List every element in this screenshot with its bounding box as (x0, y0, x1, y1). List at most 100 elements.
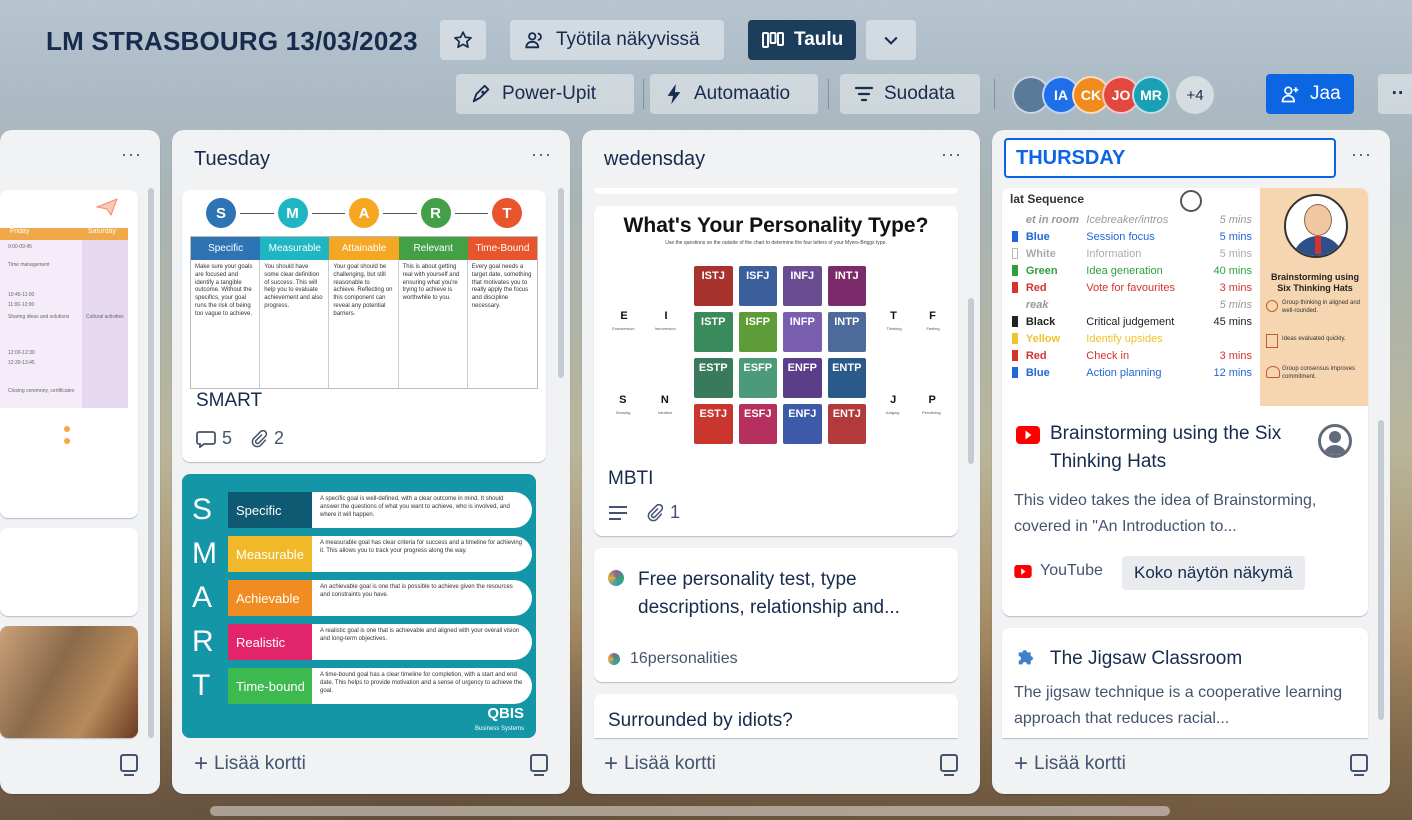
smart-poster-card[interactable]: S Specific A specific goal is well-defin… (182, 474, 536, 738)
people-icon (525, 32, 542, 49)
card-template-icon[interactable] (1350, 754, 1368, 776)
card-template-icon[interactable] (120, 754, 138, 776)
mbti-type: ENTJ (827, 404, 866, 444)
link-source: 16personalities (608, 650, 738, 668)
video-card[interactable]: lat Sequence et in room Icebreaker/intro… (1002, 188, 1368, 616)
poster-description: A specific goal is well-defined, with a … (312, 492, 532, 528)
schedule-item: 10:45-11:00 (8, 292, 35, 298)
list-menu-button[interactable]: ··· (941, 144, 962, 165)
smart-description: You should have some clear definition of… (260, 260, 330, 388)
mbti-type: ESFJ (738, 404, 777, 444)
link-card[interactable]: Free personality test, type descriptions… (594, 548, 958, 682)
star-button[interactable] (440, 20, 486, 60)
list-menu-button[interactable]: ··· (1351, 144, 1372, 165)
list-scrollbar[interactable] (148, 188, 154, 738)
mbti-type: ESFP (738, 358, 777, 398)
sequence-row: reak 5 mins (1025, 298, 1252, 311)
automation-button[interactable]: Automaatio (650, 74, 818, 114)
board-view-button[interactable]: Taulu (748, 20, 856, 60)
jigsaw-description: The jigsaw technique is a cooperative le… (1014, 684, 1343, 728)
powerups-button[interactable]: Power-Upit (456, 74, 634, 114)
mbti-card[interactable]: What's Your Personality Type? Use the qu… (594, 206, 958, 536)
poster-row: M Measurable A measurable goal has clear… (192, 536, 532, 572)
view-switcher-button[interactable] (866, 20, 916, 60)
poster-word: Measurable (228, 536, 312, 572)
brand-logo: QBIS (487, 705, 524, 722)
smart-card[interactable]: S M A R T Specific Measurable Attainable… (182, 190, 546, 462)
comments-badge: 5 (196, 428, 232, 449)
card-title: Surrounded by idiots? (608, 710, 793, 731)
list-title-input[interactable] (1004, 138, 1336, 178)
powerups-label: Power-Upit (502, 83, 596, 104)
poster-row: A Achievable An achievable goal is one t… (192, 580, 532, 616)
list-title[interactable]: wedensday (604, 148, 705, 171)
filter-button[interactable]: Suodata (840, 74, 980, 114)
list-card[interactable] (0, 528, 138, 616)
mbti-type-grid: ISTJ ISFJ INFJ INTJ ISTP ISFP INFP INTP … (694, 266, 866, 444)
brand-subtitle: Business Systems (474, 726, 524, 732)
poster-heading: lat Sequence (1010, 192, 1085, 206)
smart-header: Attainable (329, 237, 399, 260)
card-title: SMART (196, 390, 263, 411)
plus-icon: + (604, 750, 619, 777)
brain-icon (1266, 300, 1278, 312)
sequence-row: Green Idea generation 40 mins (1012, 263, 1252, 278)
list-scrollbar[interactable] (558, 188, 564, 378)
smart-letter: R (420, 198, 451, 228)
video-title-row (1016, 426, 1040, 444)
mbti-type: ENTP (827, 358, 866, 398)
board-horizontal-scrollbar[interactable] (210, 806, 1170, 816)
mbti-questions-right: TF Thinking Feeling JP Judging Perceiving (885, 310, 941, 415)
visibility-button[interactable]: Työtila näkyvissä (510, 20, 724, 60)
share-button[interactable]: Jaa (1266, 74, 1354, 114)
group-icon (1266, 366, 1280, 378)
board-title[interactable]: LM STRASBOURG 13/03/2023 (46, 26, 418, 57)
share-label: Jaa (1310, 83, 1341, 104)
add-card-button[interactable]: + Lisää kortti (194, 752, 306, 776)
video-description: This video takes the idea of Brainstormi… (1014, 492, 1317, 536)
list-scrollbar[interactable] (1378, 420, 1384, 720)
card-title: MBTI (608, 468, 654, 489)
smart-letter: M (277, 198, 308, 228)
member-avatar-icon[interactable] (1318, 424, 1352, 458)
card-badges: 1 (608, 502, 680, 523)
puzzle-icon (1018, 650, 1033, 665)
board-icon (762, 32, 784, 48)
poster-side-point: Group thinking in aligned and well-round… (1282, 300, 1361, 314)
list-menu-button[interactable]: ··· (121, 144, 142, 165)
card-title: Free personality test, type descriptions… (638, 569, 900, 618)
list-scrollbar[interactable] (968, 298, 974, 464)
add-card-button[interactable]: + Lisää kortti (604, 752, 716, 776)
youtube-icon (1014, 564, 1032, 578)
more-members-count[interactable]: +4 (1176, 76, 1214, 114)
add-card-button[interactable]: + Lisää kortti (1014, 752, 1126, 776)
image-card[interactable] (0, 626, 138, 738)
avatar[interactable]: MR (1132, 76, 1170, 114)
card-template-icon[interactable] (530, 754, 548, 776)
poster-word: Realistic (228, 624, 312, 660)
mbti-type: INFJ (783, 266, 822, 306)
fullscreen-button[interactable]: Koko näytön näkymä (1122, 556, 1305, 590)
favicon-icon (608, 653, 620, 665)
automation-label: Automaatio (694, 83, 791, 104)
header-divider (643, 79, 644, 109)
poster-description: A measurable goal has clear criteria for… (312, 536, 532, 572)
schedule-card[interactable]: Friday Saturday 9:00-09:45 Time manageme… (0, 190, 138, 518)
list-title[interactable]: Tuesday (194, 148, 270, 171)
partial-card[interactable]: Surrounded by idiots? (594, 694, 958, 738)
plus-icon: + (194, 750, 209, 777)
plus-icon: + (1014, 750, 1029, 777)
list-menu-button[interactable]: ··· (531, 144, 552, 165)
attachments-count: 1 (670, 502, 681, 522)
header-divider (994, 79, 995, 109)
jigsaw-card[interactable]: The Jigsaw Classroom The jigsaw techniqu… (1002, 628, 1368, 738)
filter-icon (854, 86, 874, 102)
mbti-questions-left: EI Extraversion Introversion SN Sensing In… (612, 310, 676, 415)
smart-letter: S (206, 198, 236, 228)
board-members: IA CK JO MR +4 (1012, 74, 1214, 116)
comments-count: 5 (222, 428, 233, 448)
list-wednesday: wedensday ··· What's Your Personality Ty… (582, 130, 980, 794)
board-menu-button[interactable]: ·· (1378, 74, 1412, 114)
card-template-icon[interactable] (940, 754, 958, 776)
sequence-row: Black Critical judgement 45 mins (1012, 314, 1252, 329)
